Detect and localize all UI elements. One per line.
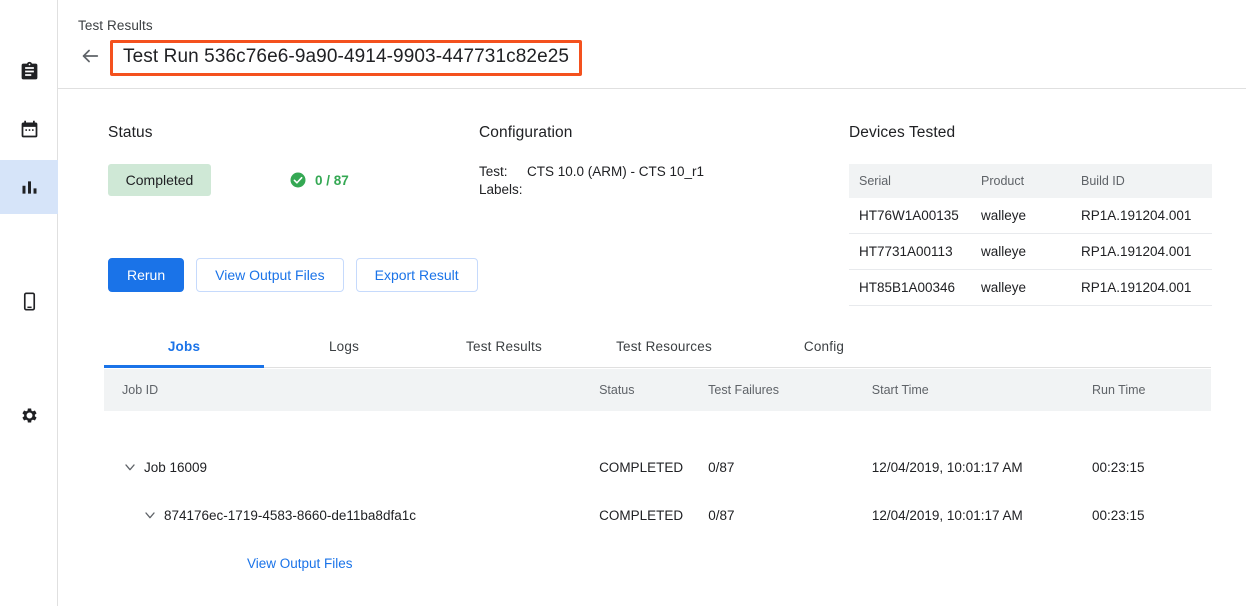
- sidebar-item-devices[interactable]: [0, 274, 58, 328]
- sidebar-item-clipboard[interactable]: [0, 44, 58, 98]
- tab-config[interactable]: Config: [744, 328, 904, 367]
- gear-icon: [19, 405, 40, 426]
- device-serial: HT7731A00113: [849, 234, 971, 270]
- configuration-heading: Configuration: [479, 124, 849, 142]
- status-heading: Status: [108, 124, 488, 142]
- device-serial: HT76W1A00135: [849, 198, 971, 234]
- jobs-col-test-failures: Test Failures: [708, 383, 872, 397]
- config-row-labels: Labels:: [479, 182, 849, 197]
- status-badge: Completed: [108, 164, 211, 196]
- job-test-failures: 0/87: [708, 508, 872, 523]
- devices-header-row: Serial Product Build ID: [849, 164, 1212, 198]
- config-key-test: Test:: [479, 164, 527, 179]
- pass-count: 0 / 87: [315, 173, 349, 188]
- attempt-output-row: View Output Files: [104, 539, 1211, 587]
- rerun-button[interactable]: Rerun: [108, 258, 184, 292]
- job-status: COMPLETED: [599, 508, 708, 523]
- tab-bar: Jobs Logs Test Results Test Resources Co…: [104, 328, 1211, 368]
- devices-col-serial: Serial: [849, 164, 971, 198]
- device-build-id: RP1A.191204.001: [1071, 198, 1212, 234]
- devices-table: Serial Product Build ID HT76W1A00135 wal…: [849, 164, 1212, 306]
- tab-test-results[interactable]: Test Results: [424, 328, 584, 367]
- page-title-highlight: Test Run 536c76e6-9a90-4914-9903-447731c…: [110, 40, 582, 76]
- devices-col-build-id: Build ID: [1071, 164, 1212, 198]
- job-id-cell: Job 16009: [104, 459, 599, 475]
- clipboard-icon: [19, 61, 40, 82]
- action-buttons: Rerun View Output Files Export Result: [108, 258, 488, 292]
- tab-logs[interactable]: Logs: [264, 328, 424, 367]
- jobs-col-job-id: Job ID: [104, 383, 599, 397]
- table-row: HT85B1A00346 walleye RP1A.191204.001: [849, 270, 1212, 306]
- config-value-test: CTS 10.0 (ARM) - CTS 10_r1: [527, 164, 704, 179]
- job-start-time: 12/04/2019, 10:01:17 AM: [872, 460, 1092, 475]
- table-row[interactable]: 874176ec-1719-4583-8660-de11ba8dfa1c COM…: [104, 491, 1211, 539]
- title-row: Test Run 536c76e6-9a90-4914-9903-447731c…: [78, 40, 582, 76]
- device-product: walleye: [971, 198, 1071, 234]
- jobs-col-status: Status: [599, 383, 708, 397]
- devices-col-product: Product: [971, 164, 1071, 198]
- jobs-col-run-time: Run Time: [1092, 383, 1211, 397]
- view-output-files-link[interactable]: View Output Files: [104, 556, 353, 571]
- page-title: Test Run 536c76e6-9a90-4914-9903-447731c…: [123, 46, 569, 68]
- attempt-id-cell: 874176ec-1719-4583-8660-de11ba8dfa1c: [104, 507, 599, 523]
- job-status: COMPLETED: [599, 460, 708, 475]
- device-build-id: RP1A.191204.001: [1071, 270, 1212, 306]
- configuration-table: Test: CTS 10.0 (ARM) - CTS 10_r1 Labels:: [479, 164, 849, 197]
- device-product: walleye: [971, 270, 1071, 306]
- chevron-down-icon[interactable]: [142, 507, 164, 523]
- table-row[interactable]: Job 16009 COMPLETED 0/87 12/04/2019, 10:…: [104, 443, 1211, 491]
- sidebar-item-settings[interactable]: [0, 388, 58, 442]
- config-key-labels: Labels:: [479, 182, 527, 197]
- left-nav-sidebar: [0, 0, 58, 606]
- tab-jobs[interactable]: Jobs: [104, 328, 264, 367]
- device-serial: HT85B1A00346: [849, 270, 971, 306]
- back-button[interactable]: [78, 46, 102, 70]
- device-product: walleye: [971, 234, 1071, 270]
- status-column: Status Completed 0 / 87 Rerun: [108, 124, 488, 292]
- jobs-header-row: Job ID Status Test Failures Start Time R…: [104, 369, 1211, 411]
- jobs-col-start-time: Start Time: [872, 383, 1092, 397]
- test-run-details-page: Test Results Test Run 536c76e6-9a90-4914…: [0, 0, 1246, 606]
- status-line: Completed 0 / 87: [108, 164, 488, 196]
- export-result-button[interactable]: Export Result: [356, 258, 478, 292]
- devices-heading: Devices Tested: [849, 124, 1212, 142]
- check-circle-icon: [289, 171, 307, 189]
- devices-column: Devices Tested Serial Product Build ID H…: [849, 124, 1212, 306]
- job-id-text: Job 16009: [144, 460, 207, 475]
- job-test-failures: 0/87: [708, 460, 872, 475]
- sidebar-item-calendar[interactable]: [0, 102, 58, 156]
- main-content: Test Results Test Run 536c76e6-9a90-4914…: [58, 0, 1246, 606]
- table-row: HT7731A00113 walleye RP1A.191204.001: [849, 234, 1212, 270]
- chevron-down-icon[interactable]: [122, 459, 144, 475]
- breadcrumb: Test Results: [78, 18, 153, 33]
- phone-icon: [19, 291, 40, 312]
- device-build-id: RP1A.191204.001: [1071, 234, 1212, 270]
- tab-test-resources[interactable]: Test Resources: [584, 328, 744, 367]
- jobs-table: Job ID Status Test Failures Start Time R…: [104, 369, 1211, 587]
- pass-count-group: 0 / 87: [289, 171, 349, 189]
- view-output-files-button[interactable]: View Output Files: [196, 258, 343, 292]
- table-row: HT76W1A00135 walleye RP1A.191204.001: [849, 198, 1212, 234]
- job-run-time: 00:23:15: [1092, 460, 1211, 475]
- config-row-test: Test: CTS 10.0 (ARM) - CTS 10_r1: [479, 164, 849, 179]
- summary-section: Status Completed 0 / 87 Rerun: [58, 112, 1246, 312]
- calendar-icon: [19, 119, 40, 140]
- job-start-time: 12/04/2019, 10:01:17 AM: [872, 508, 1092, 523]
- header-divider: [58, 88, 1246, 89]
- configuration-column: Configuration Test: CTS 10.0 (ARM) - CTS…: [479, 124, 849, 200]
- arrow-left-icon: [79, 45, 101, 72]
- job-run-time: 00:23:15: [1092, 508, 1211, 523]
- attempt-id-text: 874176ec-1719-4583-8660-de11ba8dfa1c: [164, 508, 416, 523]
- sidebar-item-analytics[interactable]: [0, 160, 58, 214]
- bar-chart-icon: [19, 177, 40, 198]
